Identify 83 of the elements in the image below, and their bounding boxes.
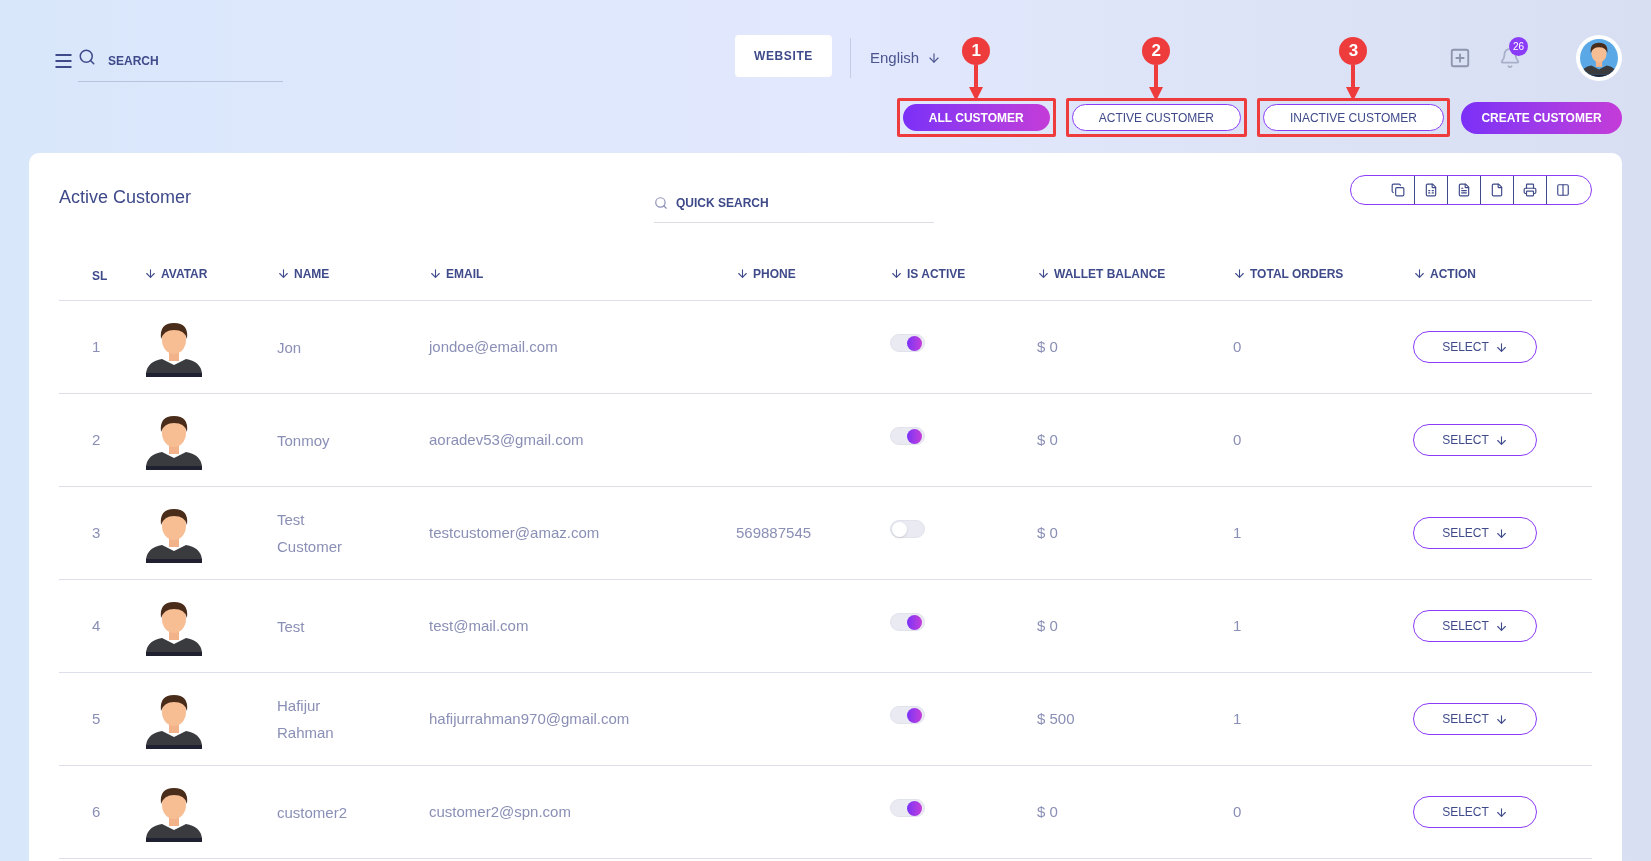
quick-search-field[interactable]: QUICK SEARCH [676,193,876,212]
column-header[interactable]: NAME [277,264,330,283]
spreadsheet-icon [1424,183,1438,197]
sort-arrow-icon [144,267,157,280]
search-icon [78,47,96,66]
table-cell-text: Jon [277,337,303,358]
filter-tab[interactable]: INACTIVE CUSTOMER [1262,104,1444,131]
active-toggle[interactable] [890,613,925,631]
table-cell-text: $ 0 [1037,522,1059,543]
table-cell-text: 0 [1233,336,1243,357]
notification-badge: 26 [1509,37,1528,56]
table-cell-text: Test Customer [277,510,344,557]
table-cell-text: 5 [91,708,102,729]
sort-arrow-icon [890,267,903,280]
table-cell-text: 2 [91,429,102,450]
table-cell-text: 4 [91,615,102,636]
table-cell-text: Test [277,616,306,637]
document-icon [1457,183,1471,197]
print-icon [1523,183,1537,197]
filter-tab[interactable]: ACTIVE CUSTOMER [1071,104,1241,131]
table-cell-text: 1 [91,336,102,357]
column-header[interactable]: ACTION [1413,264,1476,283]
active-toggle[interactable] [890,706,925,724]
arrow-down-icon [1494,433,1508,447]
active-toggle[interactable] [890,520,925,538]
website-button[interactable]: WEBSITE [735,35,832,77]
table-cell-text: Tonmoy [277,430,331,451]
file-icon [1490,183,1504,197]
table-cell-text: testcustomer@amaz.com [429,522,601,543]
table-cell-text: hafijurrahman970@gmail.com [429,708,631,729]
table-cell-text: $ 0 [1037,801,1059,822]
arrow-down-icon [1494,526,1508,540]
menu-icon[interactable] [55,54,72,68]
callout-marker: 2 [1142,37,1171,65]
table-cell-text: aoradev53@gmail.com [429,429,585,450]
table-cell-text: 6 [91,801,102,822]
sort-arrow-icon [1037,267,1050,280]
callout-marker: 1 [962,37,991,65]
sort-arrow-icon [1413,267,1426,280]
table-cell-text: 1 [1233,522,1243,543]
table-cell-text: jondoe@email.com [429,336,559,357]
arrow-down-icon [1494,805,1508,819]
table-cell-text: customer2 [277,802,349,823]
column-header[interactable]: SL [92,267,108,285]
copy-icon [1390,183,1405,197]
table-cell-text: 0 [1233,801,1243,822]
table-cell-text: 1 [1233,615,1243,636]
column-header[interactable]: TOTAL ORDERS [1233,264,1344,283]
callout-marker: 3 [1339,37,1368,65]
sort-arrow-icon [1233,267,1246,280]
table-cell-text: $ 0 [1037,336,1059,357]
table-cell-text: 1 [1233,708,1243,729]
table-cell-text: Hafijur Rahman [277,696,335,743]
column-header[interactable]: WALLET BALANCE [1037,264,1166,283]
language-selector[interactable]: English [870,46,942,70]
sort-arrow-icon [277,267,290,280]
sort-arrow-icon [736,267,749,280]
search-field[interactable]: SEARCH [108,51,258,70]
table-cell-text: $ 0 [1037,615,1059,636]
column-header[interactable]: EMAIL [429,264,484,283]
column-header[interactable]: IS ACTIVE [890,264,966,283]
profile-avatar[interactable] [1576,35,1622,81]
arrow-down-icon [1494,340,1508,354]
table-cell-text: 0 [1233,429,1243,450]
table-cell: 569887545 [736,523,812,541]
table-cell-text: customer2@spn.com [429,801,572,822]
filter-tab[interactable]: ALL CUSTOMER [902,104,1050,131]
search-icon [654,195,668,210]
table-cell-text: $ 500 [1037,708,1076,729]
active-toggle[interactable] [890,427,925,445]
sort-arrow-icon [429,267,442,280]
active-toggle[interactable] [890,799,925,817]
card-title: Active Customer [59,185,193,209]
table-cell-text: $ 0 [1037,429,1059,450]
columns-icon [1556,183,1570,197]
active-toggle[interactable] [890,334,925,352]
table-cell-text: test@mail.com [429,615,530,636]
arrow-down-icon [1494,619,1508,633]
column-header[interactable]: PHONE [736,264,796,283]
create-customer-button[interactable]: CREATE CUSTOMER [1461,101,1622,134]
column-header[interactable]: AVATAR [144,264,208,283]
arrow-down-icon [1494,712,1508,726]
table-cell-text: 3 [91,522,102,543]
